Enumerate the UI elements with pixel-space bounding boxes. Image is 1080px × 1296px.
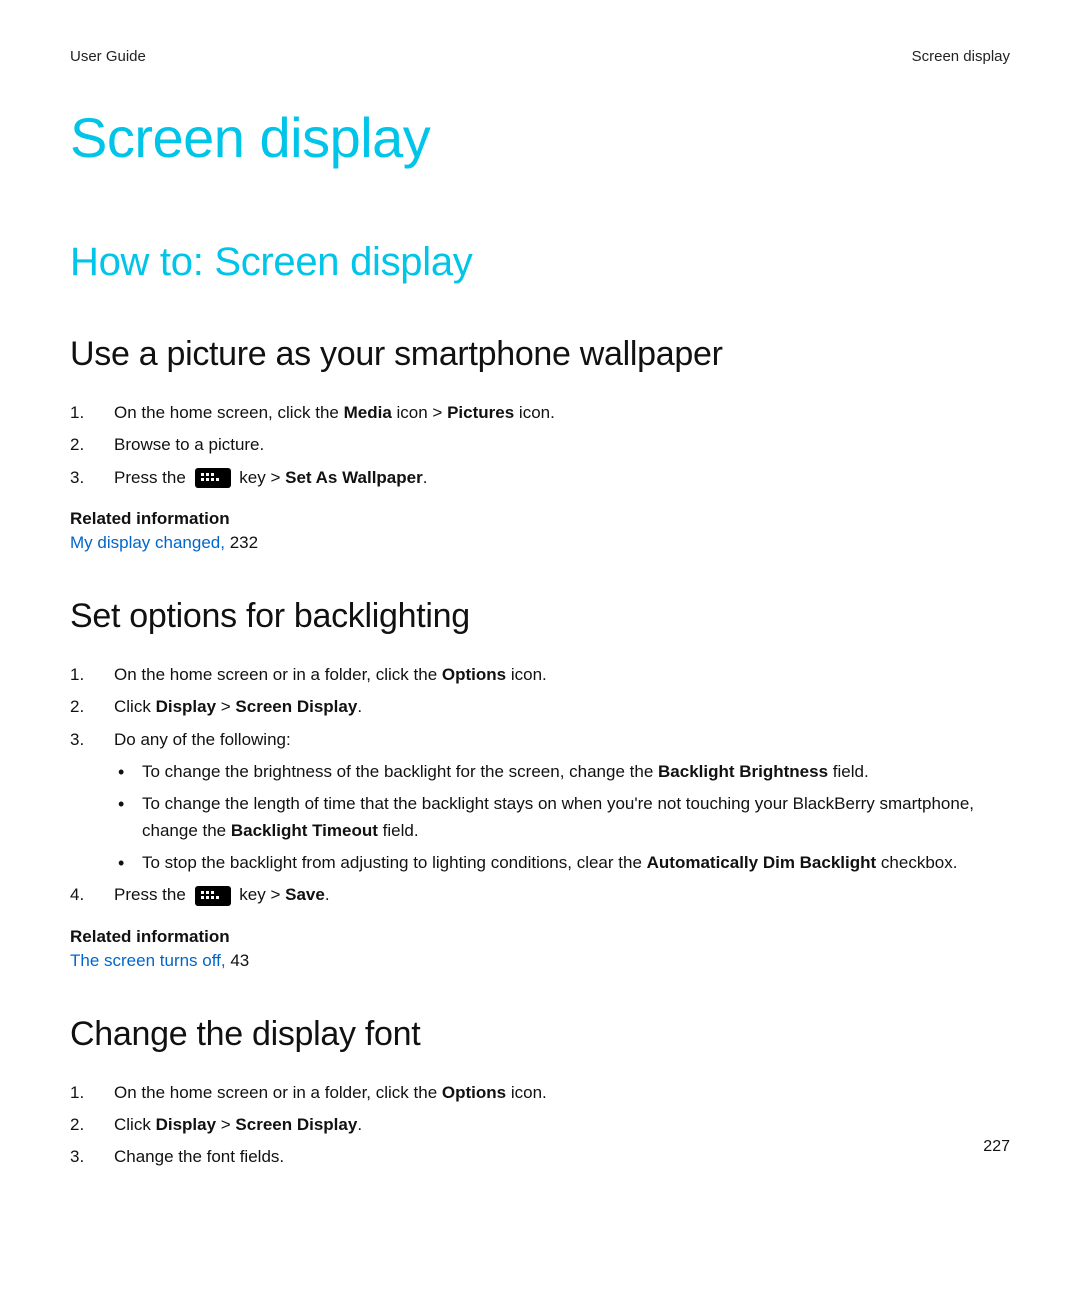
section-heading: Change the display font: [70, 1015, 1010, 1054]
related-link-anchor[interactable]: My display changed,: [70, 533, 225, 552]
blackberry-key-icon: [195, 886, 231, 906]
page-number: 227: [983, 1138, 1010, 1156]
list-item: Do any of the following: To change the b…: [70, 727, 1010, 877]
header-left: User Guide: [70, 48, 146, 65]
bullet-item: To change the length of time that the ba…: [114, 791, 1010, 844]
related-link: My display changed, 232: [70, 533, 1010, 553]
header-right: Screen display: [912, 48, 1010, 65]
bullet-item: To stop the backlight from adjusting to …: [114, 850, 1010, 876]
related-info-label: Related information: [70, 927, 1010, 947]
bullet-item: To change the brightness of the backligh…: [114, 759, 1010, 785]
section-heading: Set options for backlighting: [70, 597, 1010, 636]
page-title: Screen display: [70, 105, 1010, 170]
list-item: On the home screen or in a folder, click…: [70, 1080, 1010, 1106]
blackberry-key-icon: [195, 468, 231, 488]
related-info-label: Related information: [70, 509, 1010, 529]
page-subtitle: How to: Screen display: [70, 240, 1010, 285]
list-item: Press the key > Save.: [70, 882, 1010, 908]
related-link: The screen turns off, 43: [70, 951, 1010, 971]
bullet-list: To change the brightness of the backligh…: [114, 759, 1010, 876]
list-item: Press the key > Set As Wallpaper.: [70, 465, 1010, 491]
list-item: Change the font fields.: [70, 1144, 1010, 1170]
section-heading: Use a picture as your smartphone wallpap…: [70, 335, 1010, 374]
list-item: Click Display > Screen Display.: [70, 1112, 1010, 1138]
ordered-list: On the home screen, click the Media icon…: [70, 400, 1010, 491]
ordered-list: On the home screen or in a folder, click…: [70, 1080, 1010, 1171]
related-link-anchor[interactable]: The screen turns off,: [70, 951, 226, 970]
list-item: On the home screen or in a folder, click…: [70, 662, 1010, 688]
ordered-list: On the home screen or in a folder, click…: [70, 662, 1010, 909]
list-item: Click Display > Screen Display.: [70, 694, 1010, 720]
list-item: Browse to a picture.: [70, 432, 1010, 458]
list-item: On the home screen, click the Media icon…: [70, 400, 1010, 426]
